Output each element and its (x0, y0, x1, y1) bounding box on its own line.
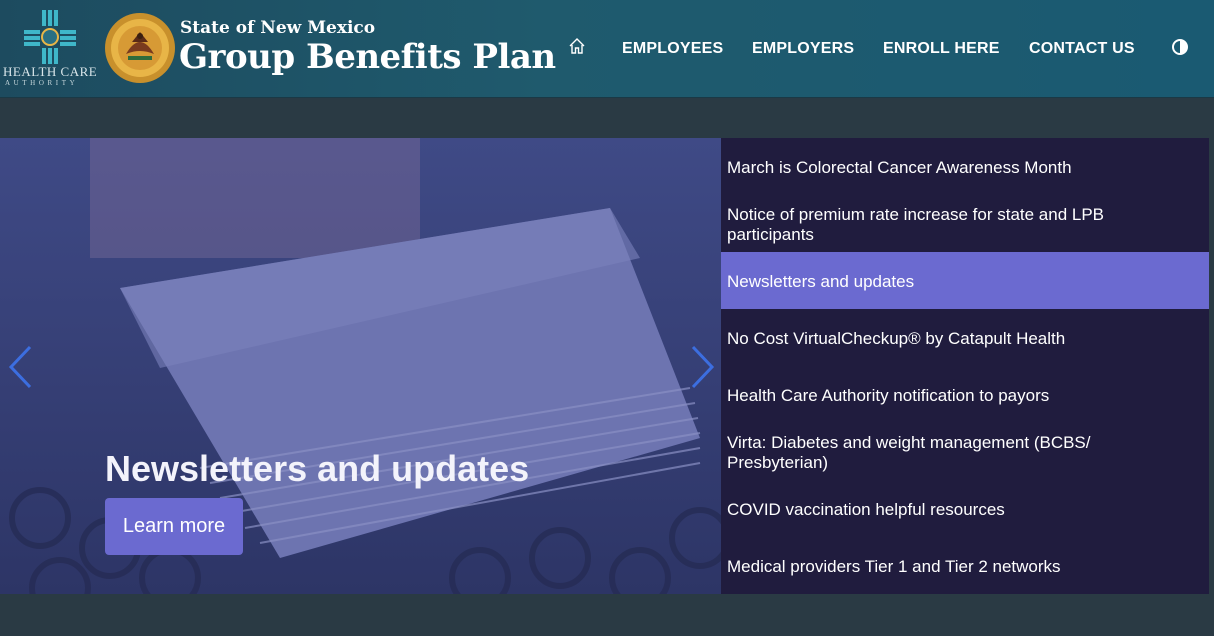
hero-title: Newsletters and updates (105, 448, 530, 489)
chevron-left-icon[interactable] (6, 344, 34, 390)
state-seal-icon (105, 13, 175, 83)
site-header: HEALTH CARE AUTHORITY State of New Mexic… (0, 0, 1214, 98)
nav-enroll-here[interactable]: ENROLL HERE (883, 40, 1000, 58)
news-item-virta[interactable]: Virta: Diabetes and weight management (B… (721, 433, 1209, 473)
chevron-right-icon[interactable] (689, 344, 717, 390)
hero-carousel[interactable]: Newsletters and updates Learn more (0, 138, 721, 594)
learn-more-button[interactable]: Learn more (105, 498, 243, 555)
site-title-small: State of New Mexico (180, 18, 376, 38)
hca-name-line1: HEALTH CARE (3, 64, 98, 79)
news-item-premium-rate[interactable]: Notice of premium rate increase for stat… (721, 205, 1209, 245)
news-item-virtualcheckup[interactable]: No Cost VirtualCheckup® by Catapult Heal… (721, 329, 1209, 349)
news-item-covid[interactable]: COVID vaccination helpful resources (721, 500, 1209, 520)
home-icon[interactable] (568, 37, 586, 55)
news-item-hca-notification[interactable]: Health Care Authority notification to pa… (721, 386, 1209, 406)
news-item-tier-networks[interactable]: Medical providers Tier 1 and Tier 2 netw… (721, 557, 1209, 577)
nav-employees[interactable]: EMPLOYEES (622, 40, 723, 58)
news-item-colorectal[interactable]: March is Colorectal Cancer Awareness Mon… (721, 158, 1209, 178)
nav-employers[interactable]: EMPLOYERS (752, 40, 854, 58)
site-title-big[interactable]: Group Benefits Plan (179, 37, 556, 77)
news-list: March is Colorectal Cancer Awareness Mon… (721, 138, 1209, 594)
hca-name-line2: AUTHORITY (5, 79, 79, 87)
nav-contact-us[interactable]: CONTACT US (1029, 40, 1135, 58)
contrast-icon[interactable] (1171, 38, 1189, 56)
news-item-newsletters[interactable]: Newsletters and updates (721, 252, 1209, 309)
